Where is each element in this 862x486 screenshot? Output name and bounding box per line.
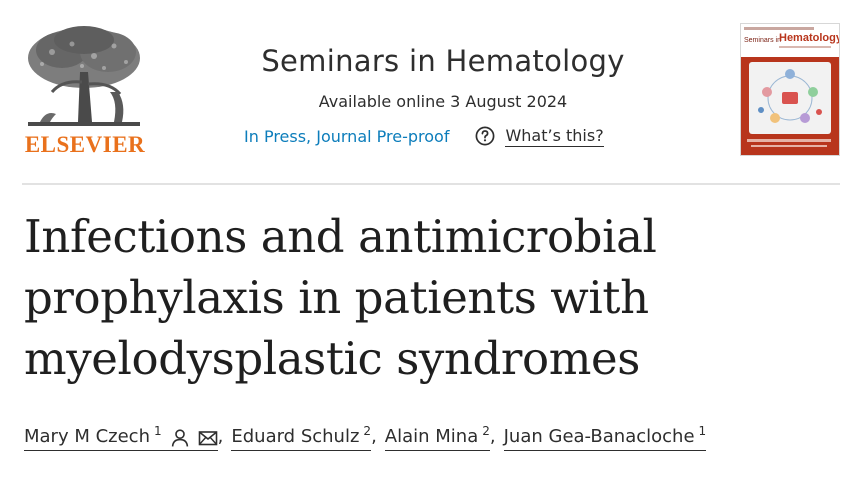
elsevier-logo[interactable]: ELSEVIER [22,22,146,158]
header-divider [22,183,840,185]
article-title-line: Infections and antimicrobial [24,210,657,263]
article-title-line: myelodysplastic syndromes [24,332,640,385]
envelope-icon [198,428,218,448]
author-name: Alain Mina [384,426,479,447]
affiliation-marker: 2 [482,424,490,438]
elsevier-tree-icon [28,26,140,126]
article-status-row: In Press, Journal Pre-proof What’s this? [244,122,604,150]
journal-title[interactable]: Seminars in Hematology [210,44,676,78]
author-name: Juan Gea-Banacloche [503,426,695,447]
person-icon [170,428,190,448]
author-link[interactable]: Juan Gea-Banacloche 1 [503,424,707,451]
author-separator: , [489,426,496,447]
cover-title-small: Seminars in [744,37,781,44]
author-separator: , [217,426,224,447]
elsevier-wordmark: ELSEVIER [24,132,146,157]
cover-illustration [749,62,831,134]
author-separator: , [371,426,377,447]
whats-this-link[interactable]: What’s this? [505,126,604,147]
article-title-line: prophylaxis in patients with [24,271,649,324]
question-circle-icon[interactable] [475,126,495,146]
author-name: Eduard Schulz [231,426,360,447]
affiliation-marker: 1 [153,424,162,438]
author-name: Mary M Czech [24,426,150,447]
author-link[interactable]: Mary M Czech 1 [24,424,218,451]
author-link[interactable]: Eduard Schulz 2 [231,424,372,451]
cover-editors-line [779,46,831,48]
affiliation-marker: 1 [698,424,707,438]
cover-volume-line [744,27,814,30]
author-list: Mary M Czech 1 , Eduard Schulz 2 , Alain… [24,424,844,451]
author-link[interactable]: Alain Mina 2 [384,424,490,451]
cover-issue-line [747,139,831,142]
in-press-link[interactable]: In Press, Journal Pre-proof [244,127,449,146]
cover-issue-subline [751,145,827,147]
available-online-date: Available online 3 August 2024 [318,92,568,111]
article-title: Infections and antimicrobial prophylaxis… [24,206,744,389]
affiliation-marker: 2 [363,424,372,438]
journal-cover-image[interactable]: Seminars in Hematology [741,24,839,155]
cover-title-large: Hematology [779,32,839,44]
